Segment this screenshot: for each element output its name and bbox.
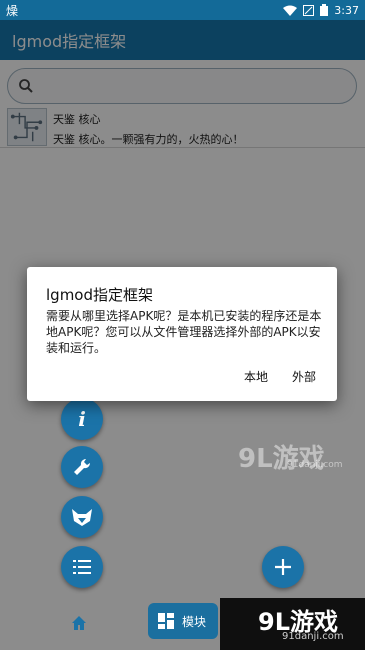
- status-time: 3:37: [334, 3, 359, 17]
- fox-fab[interactable]: [61, 496, 103, 538]
- tab-modules[interactable]: 模块: [148, 603, 218, 639]
- info-icon: i: [78, 407, 86, 431]
- home-icon[interactable]: [70, 614, 88, 632]
- external-button[interactable]: 外部: [292, 368, 316, 385]
- add-icon: [275, 559, 291, 575]
- tab-modules-label: 模块: [182, 614, 207, 629]
- watermark-badge: 9L游戏 91danji.com: [220, 598, 365, 650]
- watermark-url: 91danji.com: [282, 631, 344, 642]
- signal-off-icon: [303, 4, 315, 16]
- wifi-icon: [283, 5, 298, 16]
- battery-icon: [320, 4, 329, 16]
- wrench-icon: [74, 458, 91, 475]
- select-apk-dialog: lgmod指定框架 需要从哪里选择APK呢？是本机已安装的程序还是本地APK呢？…: [27, 267, 337, 401]
- fox-icon: [72, 509, 92, 526]
- local-button[interactable]: 本地: [244, 368, 268, 385]
- status-icons: 3:37: [283, 4, 359, 17]
- watermark-faint-url: 91danji.com: [287, 460, 343, 470]
- info-fab[interactable]: i: [61, 398, 103, 440]
- grid-icon: [158, 613, 174, 629]
- settings-fab[interactable]: [61, 446, 103, 488]
- add-fab[interactable]: [262, 546, 304, 588]
- dialog-message: 需要从哪里选择APK呢？是本机已安装的程序还是本地APK呢？您可以从文件管理器选…: [46, 309, 322, 355]
- list-fab[interactable]: [61, 546, 103, 588]
- list-icon: [73, 560, 91, 574]
- status-app-glyph: 燥: [6, 3, 19, 18]
- status-bar: 燥 3:37: [0, 0, 365, 20]
- dialog-title: lgmod指定框架: [46, 286, 153, 304]
